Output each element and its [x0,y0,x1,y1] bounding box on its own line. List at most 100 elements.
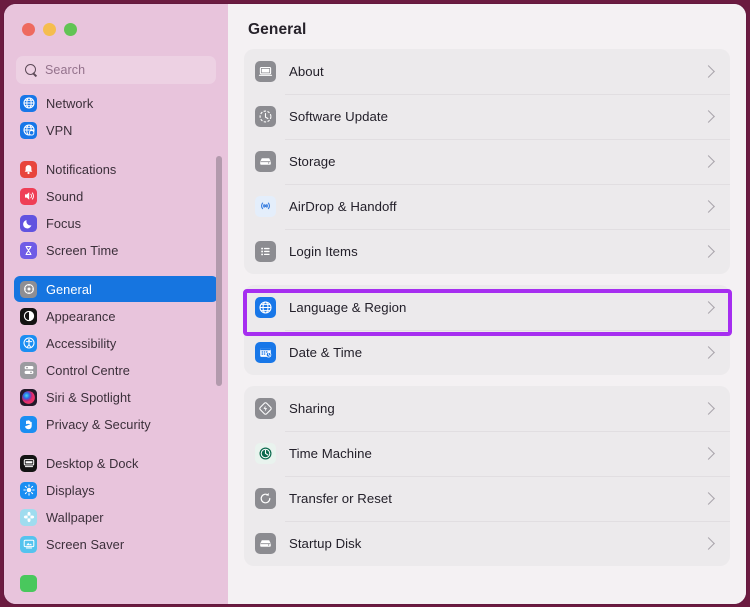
chevron-right-icon [702,245,715,258]
settings-row-airdrop-handoff[interactable]: AirDrop & Handoff [244,184,730,229]
settings-row-label: Software Update [289,109,704,124]
sidebar: Search Network VPN [4,4,228,604]
search-placeholder: Search [45,63,85,77]
sidebar-scroll-area[interactable]: Network VPN Notifications [4,90,228,604]
displays-brightness-icon [20,482,37,499]
time-machine-icon [255,443,276,464]
chevron-right-icon [702,301,715,314]
startup-disk-icon [255,533,276,554]
settings-row-label: Date & Time [289,345,704,360]
wallpaper-flower-icon [20,509,37,526]
sidebar-item-partial[interactable] [14,570,218,596]
sidebar-item-privacy-security[interactable]: Privacy & Security [14,411,218,437]
settings-row-date-time[interactable]: Date & Time [244,330,730,375]
settings-row-about[interactable]: About [244,49,730,94]
settings-row-label: Storage [289,154,704,169]
sidebar-group-alerts: Notifications Sound Focus [4,156,228,263]
sidebar-divider [4,264,228,276]
sidebar-item-siri-spotlight[interactable]: Siri & Spotlight [14,384,218,410]
date-time-calendar-icon [255,342,276,363]
settings-row-software-update[interactable]: Software Update [244,94,730,139]
minimize-button[interactable] [43,23,56,36]
settings-row-label: Transfer or Reset [289,491,704,506]
privacy-hand-icon [20,416,37,433]
sidebar-item-general[interactable]: General [14,276,218,302]
chevron-right-icon [702,346,715,359]
appearance-contrast-icon [20,308,37,325]
settings-row-transfer-or-reset[interactable]: Transfer or Reset [244,476,730,521]
zoom-button[interactable] [64,23,77,36]
about-laptop-icon [255,61,276,82]
settings-row-startup-disk[interactable]: Startup Disk [244,521,730,566]
login-items-list-icon [255,241,276,262]
sidebar-item-label: Notifications [46,162,116,177]
sidebar-item-sound[interactable]: Sound [14,183,218,209]
language-region-globe-icon [255,297,276,318]
settings-row-sharing[interactable]: Sharing [244,386,730,431]
sidebar-item-screen-time[interactable]: Screen Time [14,237,218,263]
sidebar-item-label: Screen Saver [46,537,124,552]
desktop-dock-icon [20,455,37,472]
sidebar-item-label: VPN [46,123,72,138]
main-content: General About Software Update [228,4,746,604]
settings-card-maintenance: Sharing Time Machine Transfer or Reset [244,386,730,566]
search-container: Search [4,48,228,90]
sidebar-item-label: Network [46,96,93,111]
chevron-right-icon [702,537,715,550]
settings-row-login-items[interactable]: Login Items [244,229,730,274]
siri-orb-icon [20,389,37,406]
sidebar-item-control-centre[interactable]: Control Centre [14,357,218,383]
settings-row-time-machine[interactable]: Time Machine [244,431,730,476]
sidebar-item-label: Screen Time [46,243,118,258]
sidebar-item-label: Siri & Spotlight [46,390,131,405]
close-button[interactable] [22,23,35,36]
sidebar-item-network[interactable]: Network [14,90,218,116]
sidebar-item-label: Privacy & Security [46,417,151,432]
sidebar-group-network: Network VPN [4,90,228,143]
storage-drive-icon [255,151,276,172]
accessibility-person-icon [20,335,37,352]
sidebar-divider [4,144,228,156]
sidebar-group-system: General Appearance Accessibility [4,276,228,437]
sidebar-item-screen-saver[interactable]: Screen Saver [14,531,218,557]
chevron-right-icon [702,110,715,123]
settings-row-label: Sharing [289,401,704,416]
sidebar-item-accessibility[interactable]: Accessibility [14,330,218,356]
screen-saver-icon [20,536,37,553]
sidebar-item-notifications[interactable]: Notifications [14,156,218,182]
sidebar-item-appearance[interactable]: Appearance [14,303,218,329]
sidebar-group-partial [4,570,228,596]
sidebar-item-focus[interactable]: Focus [14,210,218,236]
control-centre-sliders-icon [20,362,37,379]
chevron-right-icon [702,155,715,168]
sidebar-item-wallpaper[interactable]: Wallpaper [14,504,218,530]
notifications-bell-icon [20,161,37,178]
sound-speaker-icon [20,188,37,205]
screen-time-hourglass-icon [20,242,37,259]
settings-row-storage[interactable]: Storage [244,139,730,184]
system-settings-window: Search Network VPN [4,4,746,604]
sidebar-item-desktop-dock[interactable]: Desktop & Dock [14,450,218,476]
network-globe-icon [20,95,37,112]
chevron-right-icon [702,492,715,505]
settings-row-language-region[interactable]: Language & Region [244,285,730,330]
settings-card-localization: Language & Region Date & Time [244,285,730,375]
partial-green-icon [20,575,37,592]
sidebar-item-vpn[interactable]: VPN [14,117,218,143]
sidebar-scrollbar[interactable] [216,156,222,386]
chevron-right-icon [702,447,715,460]
focus-moon-icon [20,215,37,232]
page-title: General [244,4,730,49]
sidebar-item-label: Wallpaper [46,510,104,525]
settings-row-label: Login Items [289,244,704,259]
search-input[interactable]: Search [16,56,216,84]
sharing-icon [255,398,276,419]
sidebar-item-label: General [46,282,92,297]
sidebar-item-label: Focus [46,216,81,231]
search-icon [25,64,38,77]
settings-row-label: Time Machine [289,446,704,461]
sidebar-item-label: Appearance [46,309,116,324]
sidebar-item-displays[interactable]: Displays [14,477,218,503]
vpn-globe-icon [20,122,37,139]
sidebar-group-desktop: Desktop & Dock Displays Wallpaper [4,450,228,557]
